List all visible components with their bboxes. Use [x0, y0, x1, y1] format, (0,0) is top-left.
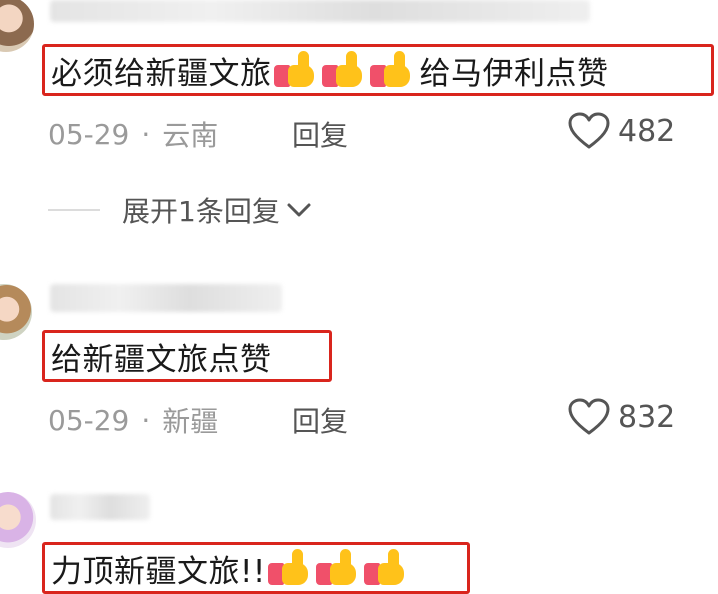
comment-date: 05-29 — [48, 403, 130, 437]
reply-button[interactable]: 回复 — [292, 114, 348, 154]
expand-replies-button[interactable]: 展开1条回复 — [48, 190, 312, 230]
avatar[interactable] — [0, 492, 36, 548]
comment-meta: 05-29 · 新疆 — [48, 400, 218, 440]
comment-date: 05-29 — [48, 117, 130, 151]
meta-separator: · — [141, 117, 151, 151]
comment-text-suffix: 给马伊利点赞 — [419, 55, 609, 92]
thumbs-up-emoji — [369, 51, 416, 89]
comment-text-highlight: 必须给新疆文旅 给马伊利点赞 — [42, 44, 714, 96]
username-blurred[interactable] — [50, 0, 590, 22]
emoji-group — [273, 51, 418, 89]
thumbs-up-emoji — [315, 549, 362, 587]
avatar[interactable] — [0, 0, 34, 52]
comment-text: 必须给新疆文旅 — [51, 55, 272, 92]
like-button[interactable]: 832 — [568, 398, 675, 436]
comment-text-highlight: 力顶新疆文旅!! — [42, 542, 470, 594]
thumbs-up-emoji — [273, 51, 320, 89]
like-count: 482 — [618, 113, 676, 149]
expand-replies-label: 展开1条回复 — [122, 195, 280, 228]
like-button[interactable]: 482 — [568, 112, 675, 150]
comment-text: 给新疆文旅点赞 — [51, 341, 272, 378]
username-blurred[interactable] — [50, 494, 150, 520]
heart-outline-icon — [568, 398, 610, 435]
avatar[interactable] — [0, 284, 32, 340]
divider-line — [48, 209, 100, 211]
thumbs-up-emoji — [363, 549, 410, 587]
emoji-group — [267, 549, 412, 587]
heart-outline-icon — [568, 112, 610, 149]
meta-separator: · — [141, 403, 151, 437]
like-count: 832 — [618, 399, 676, 435]
thumbs-up-emoji — [321, 51, 368, 89]
comment-location: 云南 — [162, 119, 219, 152]
comment-meta: 05-29 · 云南 — [48, 114, 218, 154]
thumbs-up-emoji — [267, 549, 314, 587]
comment-text-highlight: 给新疆文旅点赞 — [42, 330, 332, 382]
chevron-down-icon — [287, 203, 311, 217]
reply-button[interactable]: 回复 — [292, 400, 348, 440]
comment-location: 新疆 — [162, 405, 219, 438]
username-blurred[interactable] — [50, 284, 282, 312]
